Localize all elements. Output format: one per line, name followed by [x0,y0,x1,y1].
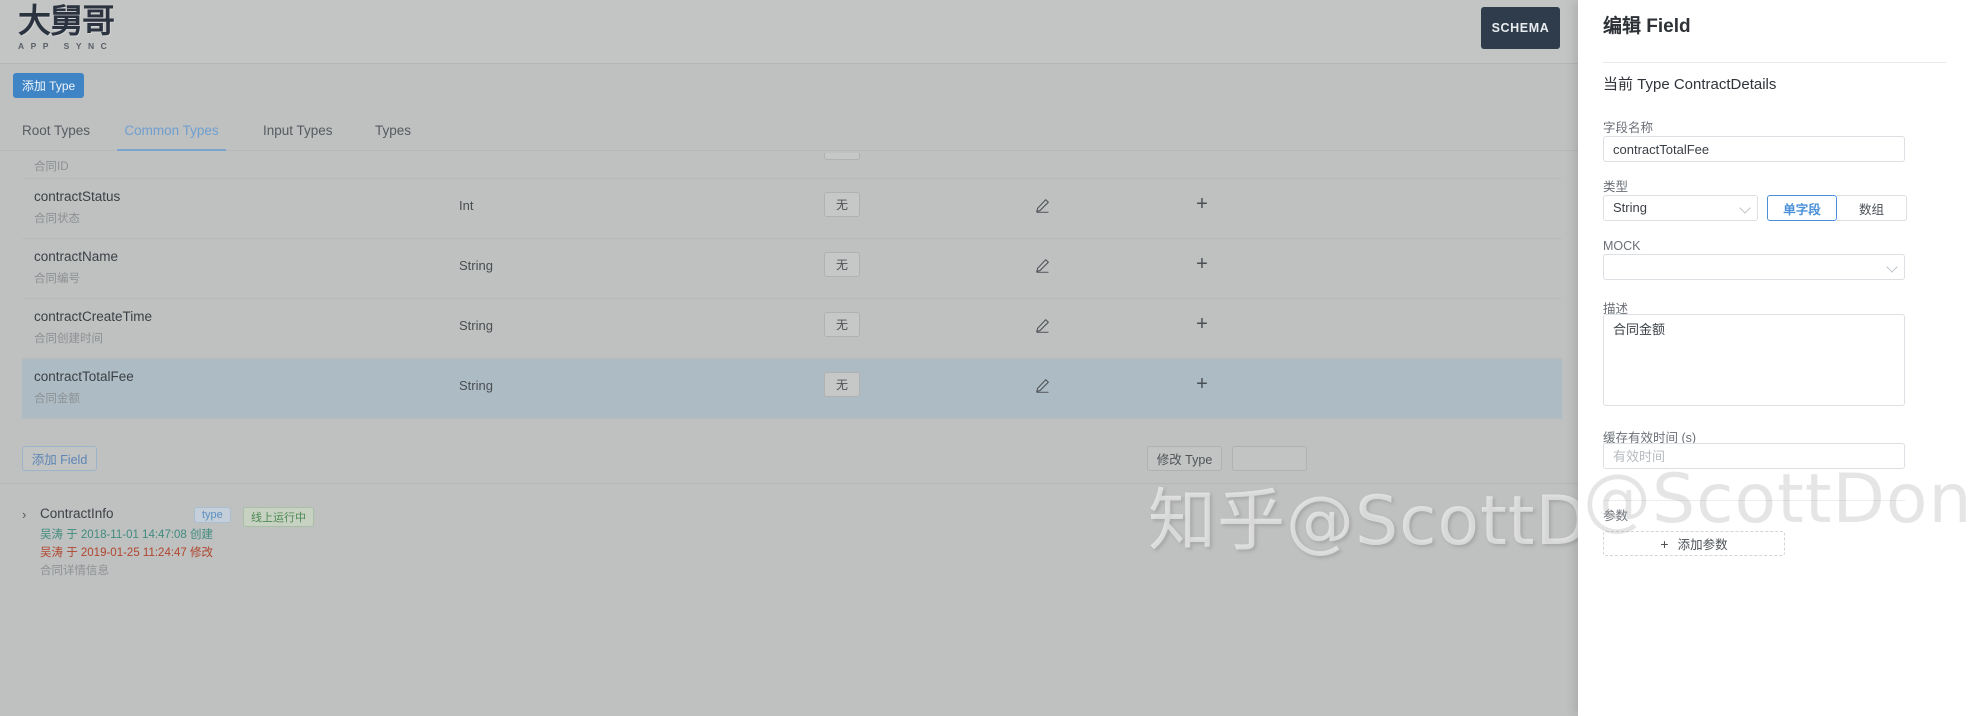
table-row[interactable]: 合同ID 无 + [22,153,1562,179]
secondary-action-button[interactable] [1232,446,1307,471]
add-param-label: 添加参数 [1677,538,1728,552]
cache-ttl-input[interactable] [1603,443,1905,469]
modified-info: 吴涛 于 2019-01-25 11:24:47 修改 [40,547,214,559]
type-group-description: 合同详情信息 [40,565,109,577]
edit-pencil-icon[interactable] [1030,253,1054,277]
segment-single-field[interactable]: 单字段 [1767,195,1837,221]
mock-select-dropdown[interactable] [1603,254,1905,280]
table-row[interactable]: contractTotalFee 合同金额 String 无 + [22,359,1562,419]
field-name: contractTotalFee [34,369,134,384]
field-none-button[interactable]: 无 [824,312,860,337]
params-label: 参数 [1603,509,1629,523]
chevron-down-icon [1886,261,1898,273]
modify-type-button[interactable]: 修改 Type [1147,446,1222,471]
type-group-title[interactable]: ContractInfo [40,506,114,521]
edit-field-drawer: 编辑 Field 当前 Type ContractDetails 字段名称 类型… [1578,0,1971,716]
field-description: 合同金额 [34,393,80,405]
field-name: contractCreateTime [34,309,153,324]
segment-array[interactable]: 数组 [1837,195,1907,221]
edit-pencil-icon[interactable] [1030,313,1054,337]
field-description: 合同状态 [34,213,80,225]
type-label: 类型 [1603,180,1629,194]
logo-subtitle: APP SYNC [18,41,114,51]
type-group-contractinfo: › ContractInfo type 线上运行中 吴涛 于 2018-11-0… [0,483,1578,716]
field-none-button[interactable]: 无 [824,372,860,397]
tab-root-types[interactable]: Root Types [22,118,90,151]
app-root: 大舅哥 APP SYNC SCHEMA 添加 Type Root Types C… [0,0,1971,716]
chevron-right-icon[interactable]: › [22,507,26,522]
field-type: Int [459,198,474,213]
drawer-divider [1603,62,1946,63]
app-logo: 大舅哥 APP SYNC [18,2,148,62]
table-row[interactable]: contractCreateTime 合同创建时间 String 无 + [22,299,1562,359]
field-none-button[interactable]: 无 [824,153,860,160]
field-table: 合同ID 无 + contractStatus 合同状态 Int 无 + co [22,153,1562,419]
logo-text-cjk: 大舅哥 [18,1,115,40]
field-type: String [459,318,493,333]
type-select-dropdown[interactable]: String [1603,195,1758,221]
drawer-divider-2 [1603,500,1905,501]
field-none-button[interactable]: 无 [824,252,860,277]
cardinality-segmented-control: 单字段 数组 [1767,195,1907,221]
edit-pencil-icon[interactable] [1030,373,1054,397]
field-description: 合同创建时间 [34,333,103,345]
top-header-bar: 大舅哥 APP SYNC SCHEMA [0,0,1578,64]
add-param-button[interactable]: + 添加参数 [1603,531,1785,556]
table-row[interactable]: contractStatus 合同状态 Int 无 + [22,179,1562,239]
field-name-label: 字段名称 [1603,121,1654,135]
field-description: 合同ID [34,161,69,173]
edit-pencil-icon[interactable] [1030,193,1054,217]
drawer-title: 编辑 Field [1603,16,1691,37]
current-type-label: 当前 Type ContractDetails [1603,76,1777,93]
add-field-button[interactable]: 添加 Field [22,446,97,471]
main-content-backdrop: 大舅哥 APP SYNC SCHEMA 添加 Type Root Types C… [0,0,1578,716]
tab-common-types[interactable]: Common Types [117,118,226,151]
edit-pencil-icon[interactable] [1030,153,1054,157]
field-type: String [459,258,493,273]
add-subfield-icon[interactable]: + [1190,251,1214,277]
chevron-down-icon [1739,202,1751,214]
type-category-tabs: Root Types Common Types Input Types Type… [0,118,1578,151]
add-subfield-icon[interactable]: + [1190,311,1214,337]
field-type: String [459,378,493,393]
type-select-value: String [1613,200,1647,215]
field-name: contractStatus [34,189,121,204]
tab-input-types[interactable]: Input Types [263,118,333,151]
plus-icon: + [1660,535,1669,552]
status-badge-online[interactable]: 线上运行中 [243,507,314,527]
status-badge-type[interactable]: type [194,507,231,523]
field-name-input[interactable] [1603,136,1905,162]
schema-button[interactable]: SCHEMA [1481,7,1560,49]
add-type-button[interactable]: 添加 Type [13,73,84,98]
field-description: 合同编号 [34,273,80,285]
add-subfield-icon[interactable]: + [1190,153,1214,159]
field-name: contractName [34,249,119,264]
add-subfield-icon[interactable]: + [1190,191,1214,217]
created-info: 吴涛 于 2018-11-01 14:47:08 创建 [40,529,214,541]
field-none-button[interactable]: 无 [824,192,860,217]
table-row[interactable]: contractName 合同编号 String 无 + [22,239,1562,299]
description-textarea[interactable] [1603,314,1905,406]
tab-types[interactable]: Types [375,118,411,151]
add-subfield-icon[interactable]: + [1190,371,1214,397]
mock-label: MOCK [1603,239,1641,253]
